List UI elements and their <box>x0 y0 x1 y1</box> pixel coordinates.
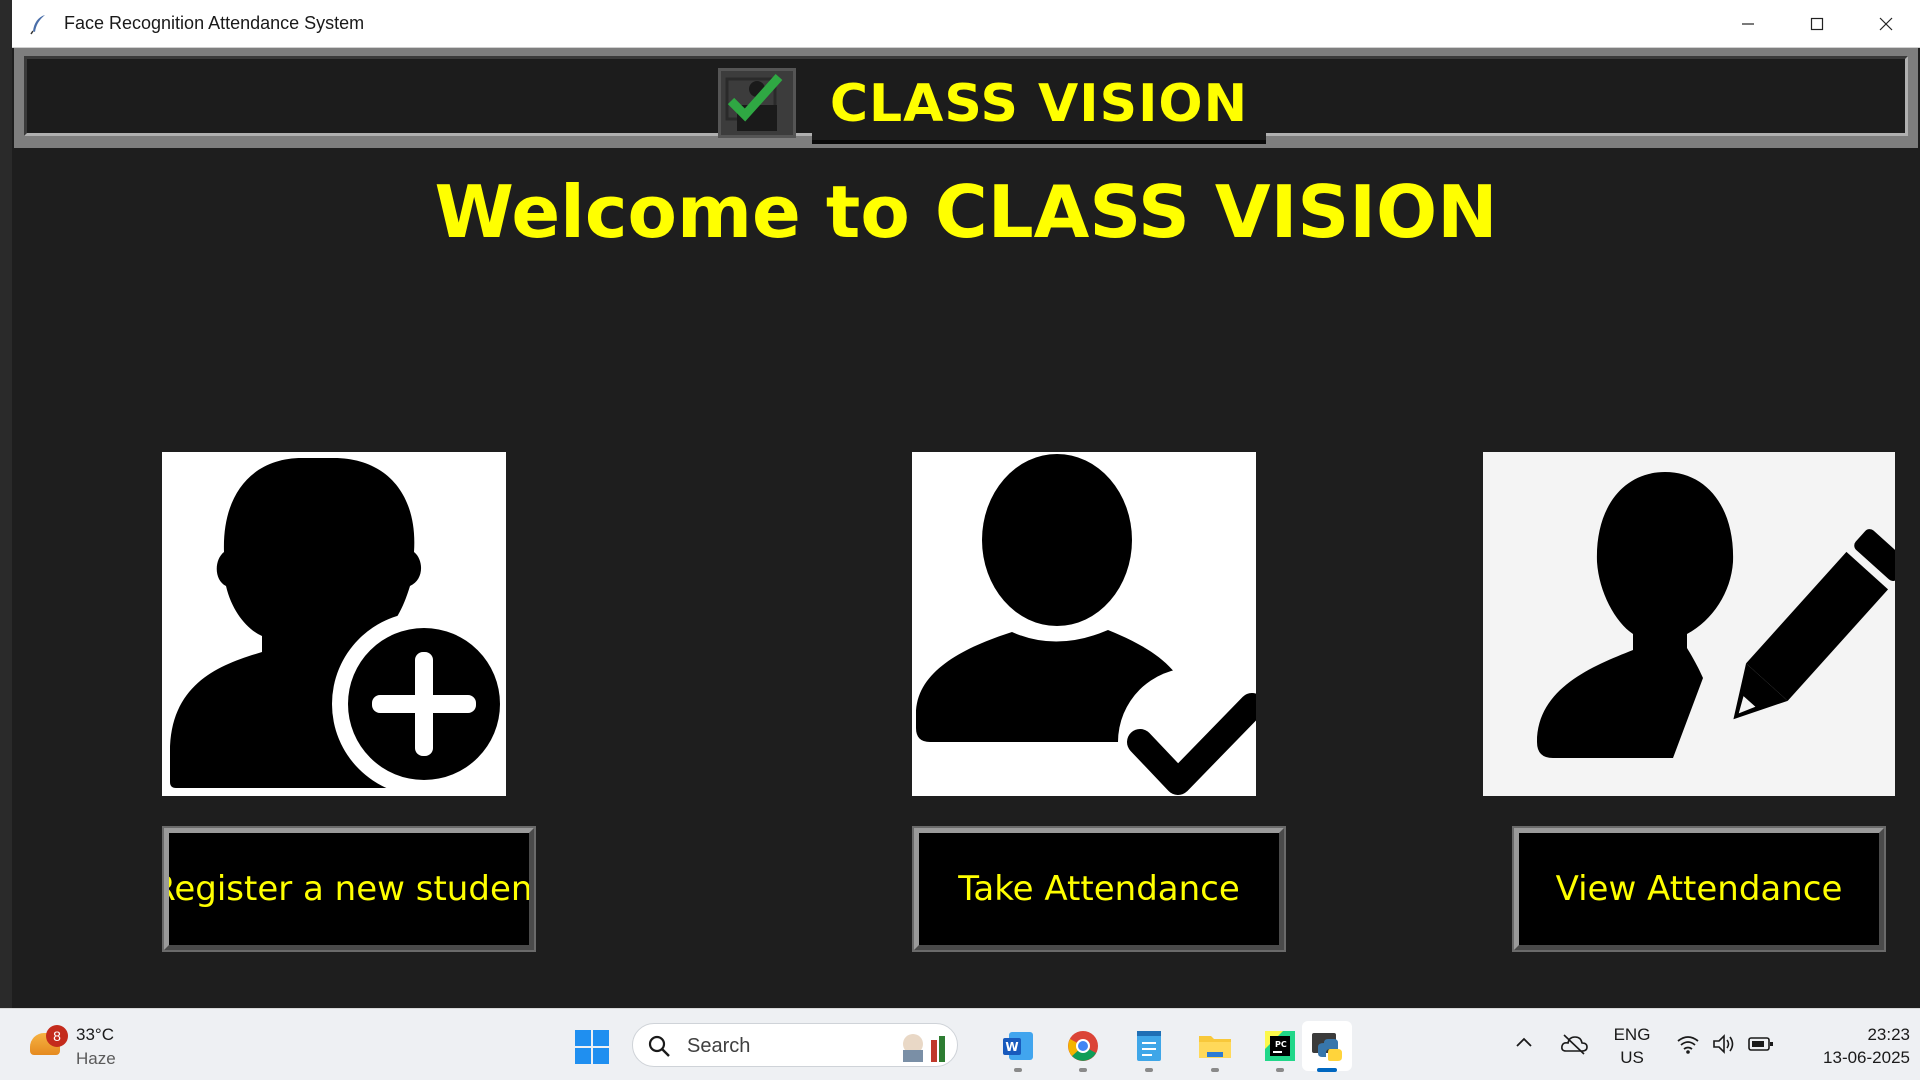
language-indicator[interactable]: ENG US <box>1612 1023 1652 1069</box>
welcome-heading: Welcome to CLASS VISION <box>434 170 1498 254</box>
view-attendance-button[interactable]: View Attendance <box>1512 826 1886 952</box>
title-bar: Face Recognition Attendance System <box>12 0 1920 48</box>
volume-icon[interactable] <box>1712 1033 1738 1055</box>
notepad-icon <box>1137 1031 1161 1061</box>
register-student-button[interactable]: Register a new student <box>162 826 536 952</box>
weather-widget[interactable]: 8 33°C Haze <box>26 1019 146 1071</box>
take-attendance-label: Take Attendance <box>958 869 1240 909</box>
minimize-icon <box>1741 22 1754 25</box>
feather-icon <box>30 14 45 34</box>
take-attendance-button[interactable]: Take Attendance <box>912 826 1286 952</box>
register-student-label: Register a new student <box>164 869 534 909</box>
chevron-up-icon[interactable] <box>1514 1033 1534 1053</box>
chrome-app[interactable] <box>1058 1021 1108 1072</box>
language-code: ENG <box>1613 1025 1651 1044</box>
clock-time: 23:23 <box>1867 1025 1910 1044</box>
user-edit-icon <box>1483 452 1895 796</box>
notepad-app[interactable] <box>1124 1021 1174 1072</box>
language-region: US <box>1620 1048 1644 1067</box>
python-app[interactable] <box>1302 1021 1352 1072</box>
close-button[interactable] <box>1851 0 1920 47</box>
window-controls <box>1713 0 1920 47</box>
running-indicator <box>1014 1068 1022 1072</box>
running-indicator <box>1211 1068 1219 1072</box>
maximize-icon <box>1810 17 1823 30</box>
file-explorer-app[interactable] <box>1190 1021 1240 1072</box>
app-window: Face Recognition Attendance System CLASS… <box>12 0 1920 1008</box>
word-app[interactable]: W <box>993 1021 1043 1072</box>
svg-text:W: W <box>1005 1040 1018 1054</box>
search-placeholder: Search <box>687 1035 751 1057</box>
close-icon <box>1879 17 1892 30</box>
weather-condition: Haze <box>76 1049 116 1068</box>
battery-icon[interactable] <box>1748 1035 1774 1053</box>
svg-text:PC: PC <box>1275 1040 1287 1049</box>
taskbar: 8 33°C Haze Search W PC ENG US 23:23 13-… <box>0 1008 1920 1080</box>
word-icon: W <box>1003 1032 1033 1060</box>
notification-badge: 8 <box>46 1025 68 1047</box>
window-title: Face Recognition Attendance System <box>64 13 365 33</box>
windows-start-icon[interactable] <box>574 1029 610 1065</box>
search-highlight-icon <box>903 1034 945 1062</box>
chrome-icon <box>1068 1031 1098 1061</box>
system-clock[interactable]: 23:23 13-06-2025 <box>1790 1023 1910 1069</box>
user-check-icon <box>912 452 1256 796</box>
weather-temperature: 33°C <box>76 1025 114 1044</box>
running-indicator <box>1276 1068 1284 1072</box>
python-icon <box>1312 1033 1342 1061</box>
search-icon <box>648 1035 670 1057</box>
desktop-edge <box>0 0 12 1008</box>
app-brand-title: CLASS VISION <box>812 68 1266 144</box>
user-add-icon <box>162 452 506 796</box>
taskbar-search[interactable]: Search <box>632 1023 958 1067</box>
running-indicator <box>1145 1068 1153 1072</box>
pycharm-app[interactable]: PC <box>1255 1021 1305 1072</box>
wifi-icon[interactable] <box>1676 1033 1700 1055</box>
pycharm-icon: PC <box>1265 1031 1295 1061</box>
onedrive-offline-icon[interactable] <box>1560 1033 1588 1055</box>
file-explorer-icon <box>1199 1036 1231 1058</box>
running-indicator <box>1079 1068 1087 1072</box>
clock-date: 13-06-2025 <box>1823 1048 1910 1067</box>
maximize-button[interactable] <box>1782 0 1851 47</box>
active-indicator <box>1317 1068 1337 1072</box>
attendance-check-icon <box>718 68 796 138</box>
minimize-button[interactable] <box>1713 0 1782 47</box>
view-attendance-label: View Attendance <box>1555 869 1843 909</box>
